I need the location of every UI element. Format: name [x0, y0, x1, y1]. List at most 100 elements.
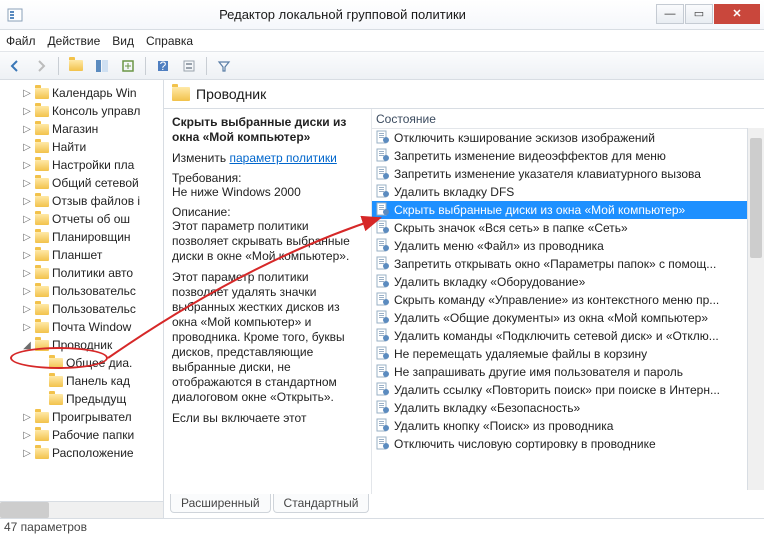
vertical-scrollbar[interactable] [747, 128, 764, 490]
tree-item[interactable]: ▷Календарь Win [0, 84, 163, 102]
policy-name: Скрыть выбранные диски из окна «Мой комп… [172, 115, 363, 145]
tree-item[interactable]: Панель кад [0, 372, 163, 390]
expand-icon[interactable]: ▷ [22, 124, 32, 135]
list-item[interactable]: Удалить ссылку «Повторить поиск» при пои… [372, 381, 764, 399]
list-item-label: Не перемещать удаляемые файлы в корзину [394, 347, 647, 361]
expand-icon[interactable]: ▷ [22, 232, 32, 243]
policy-icon [376, 364, 390, 381]
list-item[interactable]: Запретить открывать окно «Параметры папо… [372, 255, 764, 273]
tree-item[interactable]: ▷ Пользовательс [0, 282, 163, 300]
list-item[interactable]: Удалить вкладку DFS [372, 183, 764, 201]
folder-icon [35, 214, 49, 225]
expand-icon[interactable]: ▷ [22, 178, 32, 189]
back-button[interactable] [4, 55, 26, 77]
list-item[interactable]: Не запрашивать другие имя пользователя и… [372, 363, 764, 381]
tree-item-label: Общий сетевой [52, 176, 139, 190]
tree-item[interactable]: ▷ Консоль управл [0, 102, 163, 120]
forward-button[interactable] [30, 55, 52, 77]
list-item[interactable]: Отключить кэширование эскизов изображени… [372, 129, 764, 147]
expand-icon[interactable]: ▷ [22, 268, 32, 279]
list-item[interactable]: Удалить меню «Файл» из проводника [372, 237, 764, 255]
expand-icon[interactable]: ▷ [22, 160, 32, 171]
tab-standard[interactable]: Стандартный [273, 494, 370, 513]
tree-item-label: Пользовательс [52, 284, 136, 298]
tree-item[interactable]: ▷Рабочие папки [0, 426, 163, 444]
expand-icon[interactable]: ▷ [22, 412, 32, 423]
tree-item-label: Консоль управл [52, 104, 140, 118]
tree-item-label: Проигрывател [52, 410, 132, 424]
list-item[interactable]: Запретить изменение видеоэффектов для ме… [372, 147, 764, 165]
edit-label: Изменить [172, 151, 226, 165]
menu-view[interactable]: Вид [112, 34, 134, 48]
tree-item[interactable]: ◢Проводник [0, 336, 163, 354]
tree-item[interactable]: ▷Почта Window [0, 318, 163, 336]
filter-button[interactable] [213, 55, 235, 77]
list-item[interactable]: Удалить команды «Подключить сетевой диск… [372, 327, 764, 345]
show-tree-button[interactable] [91, 55, 113, 77]
expand-icon[interactable]: ▷ [22, 142, 32, 153]
expand-icon[interactable]: ▷ [22, 304, 32, 315]
folder-icon [49, 394, 63, 405]
tree-item[interactable]: ▷Найти [0, 138, 163, 156]
tree-item[interactable]: Общее диа. [0, 354, 163, 372]
menu-action[interactable]: Действие [48, 34, 101, 48]
expand-icon[interactable]: ▷ [22, 214, 32, 225]
list-item[interactable]: Удалить вкладку «Безопасность» [372, 399, 764, 417]
refresh-button[interactable] [178, 55, 200, 77]
properties-button[interactable]: ? [152, 55, 174, 77]
expand-icon[interactable]: ▷ [22, 196, 32, 207]
expand-icon[interactable]: ▷ [22, 88, 32, 99]
up-folder-button[interactable] [65, 55, 87, 77]
tree-item[interactable]: ▷Магазин [0, 120, 163, 138]
list-item[interactable]: Скрыть выбранные диски из окна «Мой комп… [372, 201, 764, 219]
expand-icon[interactable]: ▷ [22, 286, 32, 297]
menu-help[interactable]: Справка [146, 34, 193, 48]
folder-icon [35, 412, 49, 423]
close-button[interactable]: ✕ [714, 4, 760, 24]
expand-icon[interactable]: ▷ [22, 322, 32, 333]
tree-item[interactable]: ▷Расположение [0, 444, 163, 462]
tree-item[interactable]: ▷Пользовательс [0, 300, 163, 318]
edit-policy-link[interactable]: параметр политики [229, 151, 336, 165]
menu-file[interactable]: Файл [6, 34, 36, 48]
list-item-label: Удалить вкладку «Оборудование» [394, 275, 585, 289]
menubar: Файл Действие Вид Справка [0, 30, 764, 52]
tree-item[interactable]: ▷ Общий сетевой [0, 174, 163, 192]
tree-item[interactable]: ▷Отчеты об ош [0, 210, 163, 228]
folder-icon [35, 322, 49, 333]
list-item[interactable]: Скрыть команду «Управление» из контекстн… [372, 291, 764, 309]
expand-icon[interactable]: ▷ [22, 448, 32, 459]
folder-icon [35, 106, 49, 117]
tree-item[interactable]: ▷Отзыв файлов і [0, 192, 163, 210]
policy-icon [376, 328, 390, 345]
tab-extended[interactable]: Расширенный [170, 494, 271, 513]
tree-item[interactable]: Предыдущ [0, 390, 163, 408]
list-item[interactable]: Отключить числовую сортировку в проводни… [372, 435, 764, 453]
column-header-state[interactable]: Состояние [372, 109, 764, 129]
tree-item-label: Панель кад [66, 374, 130, 388]
maximize-button[interactable]: ▭ [685, 4, 713, 24]
folder-icon [35, 448, 49, 459]
list-item[interactable]: Не перемещать удаляемые файлы в корзину [372, 345, 764, 363]
tree-item[interactable]: ▷Планшет [0, 246, 163, 264]
list-item[interactable]: Удалить «Общие документы» из окна «Мой к… [372, 309, 764, 327]
list-item[interactable]: Запретить изменение указателя клавиатурн… [372, 165, 764, 183]
expand-icon[interactable]: ▷ [22, 430, 32, 441]
tree-item[interactable]: ▷Политики авто [0, 264, 163, 282]
minimize-button[interactable]: — [656, 4, 684, 24]
tree-item-label: Общее диа. [66, 356, 132, 370]
list-item[interactable]: Скрыть значок «Вся сеть» в папке «Сеть» [372, 219, 764, 237]
tree-item[interactable]: ▷ Проигрывател [0, 408, 163, 426]
horizontal-scrollbar[interactable] [0, 501, 163, 518]
policy-icon [376, 256, 390, 273]
tree-item[interactable]: ▷Планировщин [0, 228, 163, 246]
expand-icon[interactable]: ▷ [22, 250, 32, 261]
collapse-icon[interactable]: ◢ [22, 340, 32, 351]
policy-icon [376, 436, 390, 453]
expand-icon[interactable]: ▷ [22, 106, 32, 117]
list-item[interactable]: Удалить кнопку «Поиск» из проводника [372, 417, 764, 435]
tree-item[interactable]: ▷Настройки пла [0, 156, 163, 174]
policy-icon [376, 310, 390, 327]
export-list-button[interactable] [117, 55, 139, 77]
list-item[interactable]: Удалить вкладку «Оборудование» [372, 273, 764, 291]
